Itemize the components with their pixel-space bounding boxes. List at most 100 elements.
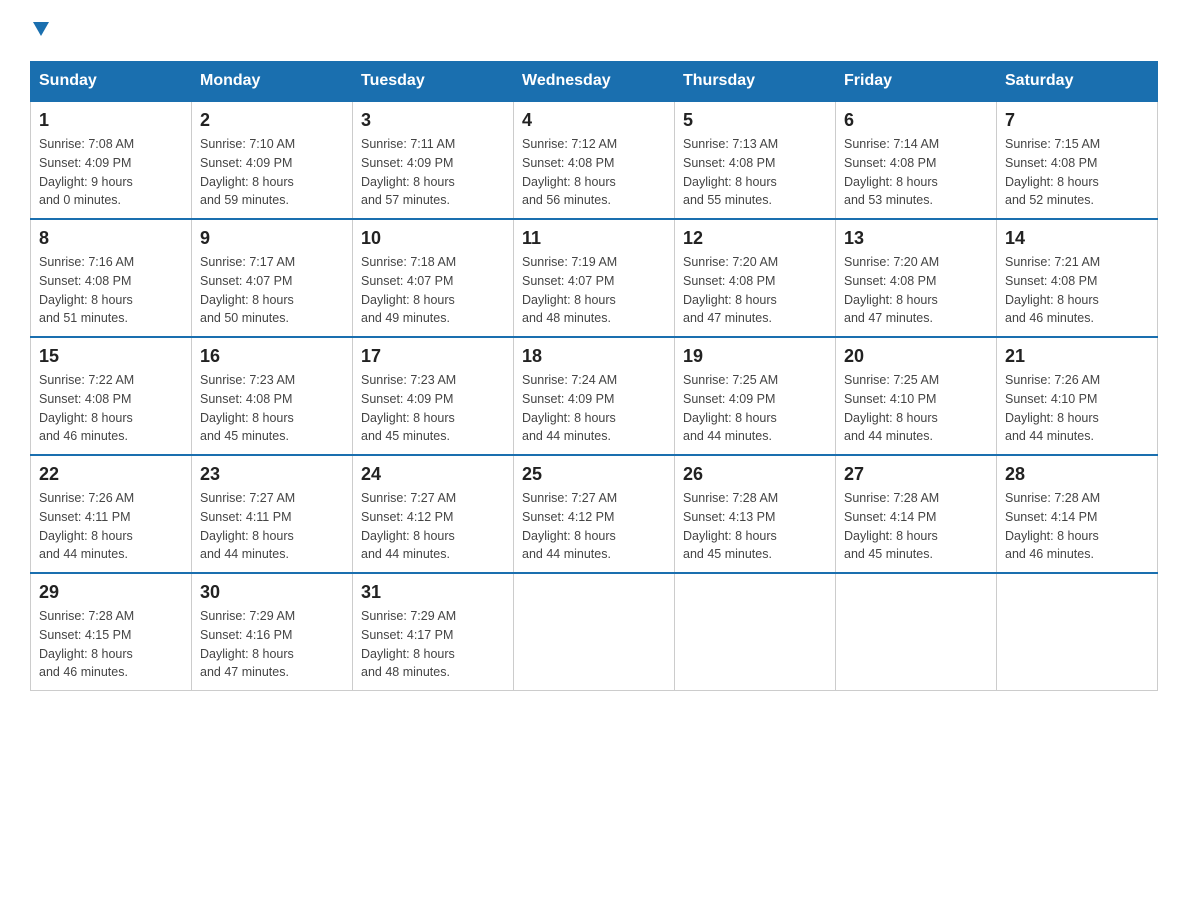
header-saturday: Saturday	[997, 62, 1158, 102]
day-number: 27	[844, 464, 988, 485]
day-number: 8	[39, 228, 183, 249]
calendar-cell	[836, 573, 997, 691]
day-number: 7	[1005, 110, 1149, 131]
calendar-cell: 13 Sunrise: 7:20 AMSunset: 4:08 PMDaylig…	[836, 219, 997, 337]
day-number: 15	[39, 346, 183, 367]
day-number: 22	[39, 464, 183, 485]
day-number: 17	[361, 346, 505, 367]
calendar-cell: 6 Sunrise: 7:14 AMSunset: 4:08 PMDayligh…	[836, 101, 997, 219]
day-number: 31	[361, 582, 505, 603]
calendar-cell: 4 Sunrise: 7:12 AMSunset: 4:08 PMDayligh…	[514, 101, 675, 219]
day-number: 11	[522, 228, 666, 249]
calendar-cell: 1 Sunrise: 7:08 AMSunset: 4:09 PMDayligh…	[31, 101, 192, 219]
day-info: Sunrise: 7:13 AMSunset: 4:08 PMDaylight:…	[683, 137, 778, 207]
day-number: 19	[683, 346, 827, 367]
day-number: 26	[683, 464, 827, 485]
calendar-cell: 7 Sunrise: 7:15 AMSunset: 4:08 PMDayligh…	[997, 101, 1158, 219]
day-info: Sunrise: 7:26 AMSunset: 4:11 PMDaylight:…	[39, 491, 134, 561]
day-info: Sunrise: 7:25 AMSunset: 4:09 PMDaylight:…	[683, 373, 778, 443]
header-sunday: Sunday	[31, 62, 192, 102]
day-info: Sunrise: 7:23 AMSunset: 4:09 PMDaylight:…	[361, 373, 456, 443]
day-info: Sunrise: 7:27 AMSunset: 4:11 PMDaylight:…	[200, 491, 295, 561]
day-number: 3	[361, 110, 505, 131]
day-info: Sunrise: 7:27 AMSunset: 4:12 PMDaylight:…	[522, 491, 617, 561]
day-number: 24	[361, 464, 505, 485]
day-info: Sunrise: 7:26 AMSunset: 4:10 PMDaylight:…	[1005, 373, 1100, 443]
day-number: 2	[200, 110, 344, 131]
calendar-cell: 3 Sunrise: 7:11 AMSunset: 4:09 PMDayligh…	[353, 101, 514, 219]
calendar-cell: 5 Sunrise: 7:13 AMSunset: 4:08 PMDayligh…	[675, 101, 836, 219]
day-info: Sunrise: 7:20 AMSunset: 4:08 PMDaylight:…	[844, 255, 939, 325]
calendar-cell: 17 Sunrise: 7:23 AMSunset: 4:09 PMDaylig…	[353, 337, 514, 455]
calendar-cell: 30 Sunrise: 7:29 AMSunset: 4:16 PMDaylig…	[192, 573, 353, 691]
day-info: Sunrise: 7:17 AMSunset: 4:07 PMDaylight:…	[200, 255, 295, 325]
day-info: Sunrise: 7:08 AMSunset: 4:09 PMDaylight:…	[39, 137, 134, 207]
calendar-cell: 24 Sunrise: 7:27 AMSunset: 4:12 PMDaylig…	[353, 455, 514, 573]
day-number: 6	[844, 110, 988, 131]
day-number: 14	[1005, 228, 1149, 249]
calendar-cell: 18 Sunrise: 7:24 AMSunset: 4:09 PMDaylig…	[514, 337, 675, 455]
calendar-cell: 14 Sunrise: 7:21 AMSunset: 4:08 PMDaylig…	[997, 219, 1158, 337]
header-tuesday: Tuesday	[353, 62, 514, 102]
day-info: Sunrise: 7:28 AMSunset: 4:14 PMDaylight:…	[1005, 491, 1100, 561]
day-info: Sunrise: 7:28 AMSunset: 4:15 PMDaylight:…	[39, 609, 134, 679]
day-number: 23	[200, 464, 344, 485]
calendar-cell	[675, 573, 836, 691]
logo-triangle-icon	[33, 22, 49, 41]
calendar-week-row: 15 Sunrise: 7:22 AMSunset: 4:08 PMDaylig…	[31, 337, 1158, 455]
calendar-cell: 16 Sunrise: 7:23 AMSunset: 4:08 PMDaylig…	[192, 337, 353, 455]
calendar-cell: 9 Sunrise: 7:17 AMSunset: 4:07 PMDayligh…	[192, 219, 353, 337]
calendar-cell: 10 Sunrise: 7:18 AMSunset: 4:07 PMDaylig…	[353, 219, 514, 337]
calendar-header-row: SundayMondayTuesdayWednesdayThursdayFrid…	[31, 62, 1158, 102]
day-info: Sunrise: 7:27 AMSunset: 4:12 PMDaylight:…	[361, 491, 456, 561]
day-number: 25	[522, 464, 666, 485]
calendar-cell: 23 Sunrise: 7:27 AMSunset: 4:11 PMDaylig…	[192, 455, 353, 573]
calendar-cell: 2 Sunrise: 7:10 AMSunset: 4:09 PMDayligh…	[192, 101, 353, 219]
day-number: 16	[200, 346, 344, 367]
day-info: Sunrise: 7:22 AMSunset: 4:08 PMDaylight:…	[39, 373, 134, 443]
calendar-cell: 29 Sunrise: 7:28 AMSunset: 4:15 PMDaylig…	[31, 573, 192, 691]
day-number: 18	[522, 346, 666, 367]
day-info: Sunrise: 7:10 AMSunset: 4:09 PMDaylight:…	[200, 137, 295, 207]
day-info: Sunrise: 7:15 AMSunset: 4:08 PMDaylight:…	[1005, 137, 1100, 207]
day-number: 10	[361, 228, 505, 249]
day-info: Sunrise: 7:23 AMSunset: 4:08 PMDaylight:…	[200, 373, 295, 443]
logo	[30, 20, 49, 41]
calendar-cell: 31 Sunrise: 7:29 AMSunset: 4:17 PMDaylig…	[353, 573, 514, 691]
calendar-cell: 21 Sunrise: 7:26 AMSunset: 4:10 PMDaylig…	[997, 337, 1158, 455]
calendar-cell: 27 Sunrise: 7:28 AMSunset: 4:14 PMDaylig…	[836, 455, 997, 573]
calendar-table: SundayMondayTuesdayWednesdayThursdayFrid…	[30, 61, 1158, 691]
calendar-cell: 15 Sunrise: 7:22 AMSunset: 4:08 PMDaylig…	[31, 337, 192, 455]
day-info: Sunrise: 7:11 AMSunset: 4:09 PMDaylight:…	[361, 137, 455, 207]
day-number: 13	[844, 228, 988, 249]
day-info: Sunrise: 7:18 AMSunset: 4:07 PMDaylight:…	[361, 255, 456, 325]
day-number: 30	[200, 582, 344, 603]
calendar-cell: 12 Sunrise: 7:20 AMSunset: 4:08 PMDaylig…	[675, 219, 836, 337]
day-info: Sunrise: 7:14 AMSunset: 4:08 PMDaylight:…	[844, 137, 939, 207]
calendar-cell: 20 Sunrise: 7:25 AMSunset: 4:10 PMDaylig…	[836, 337, 997, 455]
header-wednesday: Wednesday	[514, 62, 675, 102]
day-info: Sunrise: 7:24 AMSunset: 4:09 PMDaylight:…	[522, 373, 617, 443]
day-number: 21	[1005, 346, 1149, 367]
calendar-cell	[997, 573, 1158, 691]
calendar-cell	[514, 573, 675, 691]
day-number: 12	[683, 228, 827, 249]
page-header	[30, 20, 1158, 41]
calendar-week-row: 8 Sunrise: 7:16 AMSunset: 4:08 PMDayligh…	[31, 219, 1158, 337]
calendar-cell: 11 Sunrise: 7:19 AMSunset: 4:07 PMDaylig…	[514, 219, 675, 337]
header-thursday: Thursday	[675, 62, 836, 102]
day-number: 9	[200, 228, 344, 249]
calendar-cell: 22 Sunrise: 7:26 AMSunset: 4:11 PMDaylig…	[31, 455, 192, 573]
day-info: Sunrise: 7:19 AMSunset: 4:07 PMDaylight:…	[522, 255, 617, 325]
day-info: Sunrise: 7:25 AMSunset: 4:10 PMDaylight:…	[844, 373, 939, 443]
day-number: 1	[39, 110, 183, 131]
calendar-cell: 19 Sunrise: 7:25 AMSunset: 4:09 PMDaylig…	[675, 337, 836, 455]
calendar-week-row: 29 Sunrise: 7:28 AMSunset: 4:15 PMDaylig…	[31, 573, 1158, 691]
day-info: Sunrise: 7:20 AMSunset: 4:08 PMDaylight:…	[683, 255, 778, 325]
calendar-cell: 25 Sunrise: 7:27 AMSunset: 4:12 PMDaylig…	[514, 455, 675, 573]
day-number: 29	[39, 582, 183, 603]
calendar-cell: 8 Sunrise: 7:16 AMSunset: 4:08 PMDayligh…	[31, 219, 192, 337]
calendar-cell: 26 Sunrise: 7:28 AMSunset: 4:13 PMDaylig…	[675, 455, 836, 573]
day-info: Sunrise: 7:28 AMSunset: 4:14 PMDaylight:…	[844, 491, 939, 561]
calendar-cell: 28 Sunrise: 7:28 AMSunset: 4:14 PMDaylig…	[997, 455, 1158, 573]
